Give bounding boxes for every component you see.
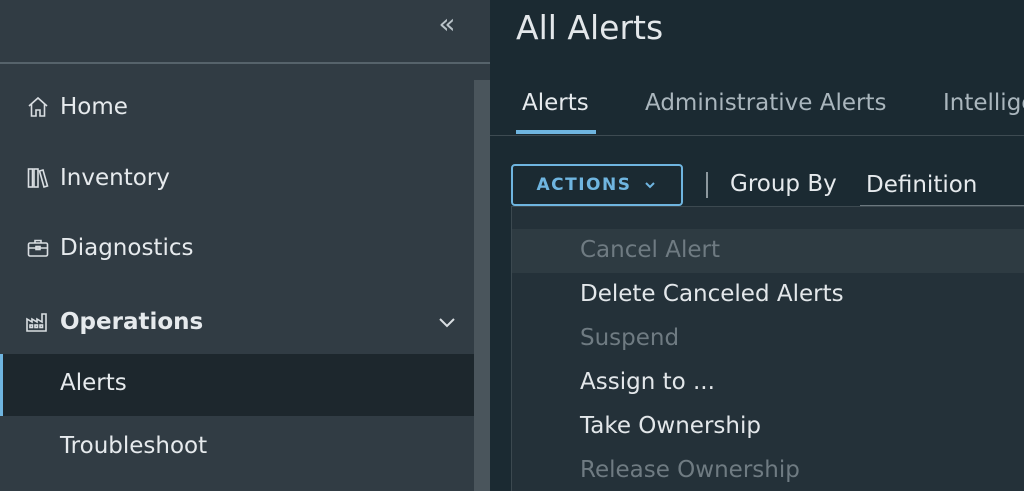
- menu-item-label: Take Ownership: [580, 413, 761, 439]
- tab-bar: Alerts Administrative Alerts Intellige: [490, 78, 1024, 136]
- menu-item-suspend[interactable]: Suspend: [512, 317, 1024, 361]
- collapse-sidebar-icon[interactable]: «: [430, 6, 464, 42]
- operations-icon: [24, 308, 52, 336]
- menu-item-release-ownership[interactable]: Release Ownership: [512, 449, 1024, 491]
- menu-item-label: Suspend: [580, 325, 680, 351]
- group-by-select[interactable]: Definition: [860, 164, 1024, 206]
- sidebar-item-label: Operations: [60, 309, 204, 335]
- menu-item-label: Cancel Alert: [580, 237, 720, 263]
- main-content: All Alerts Alerts Administrative Alerts …: [490, 0, 1024, 491]
- sidebar-subitem-label: Troubleshoot: [60, 433, 208, 459]
- chevron-down-icon[interactable]: [434, 309, 460, 335]
- sidebar-header: «: [0, 0, 490, 64]
- menu-item-cancel-alert[interactable]: Cancel Alert: [512, 229, 1024, 273]
- page-title: All Alerts: [516, 8, 664, 47]
- tab-alerts[interactable]: Alerts: [522, 90, 589, 116]
- menu-item-label: Assign to ...: [580, 369, 715, 395]
- sidebar-subitem-troubleshoot[interactable]: Troubleshoot: [0, 417, 474, 479]
- toolbar-divider: [706, 172, 708, 198]
- group-by-label: Group By: [730, 171, 837, 197]
- chevron-down-icon: [645, 182, 656, 189]
- sidebar-subitem-label: Alerts: [60, 370, 127, 396]
- sidebar-item-label: Inventory: [60, 165, 170, 191]
- sidebar-subitem-alerts[interactable]: Alerts: [0, 354, 474, 416]
- sidebar-item-label: Diagnostics: [60, 235, 194, 261]
- actions-button-label: ACTIONS: [536, 175, 632, 195]
- home-icon: [24, 93, 52, 121]
- menu-item-label: Release Ownership: [580, 457, 800, 483]
- tab-intelligent[interactable]: Intellige: [943, 90, 1024, 116]
- sidebar-item-label: Home: [60, 94, 128, 120]
- sidebar: « Home Inventory Diagnostics Operations …: [0, 0, 490, 491]
- diagnostics-icon: [24, 234, 52, 262]
- tab-administrative-alerts[interactable]: Administrative Alerts: [645, 90, 886, 116]
- inventory-icon: [24, 164, 52, 192]
- active-tab-indicator: [516, 130, 596, 134]
- sidebar-item-diagnostics[interactable]: Diagnostics: [0, 217, 474, 279]
- menu-item-assign-to[interactable]: Assign to ...: [512, 361, 1024, 405]
- sidebar-item-inventory[interactable]: Inventory: [0, 147, 474, 209]
- menu-item-label: Delete Canceled Alerts: [580, 281, 844, 307]
- menu-item-delete-canceled-alerts[interactable]: Delete Canceled Alerts: [512, 273, 1024, 317]
- actions-dropdown-menu: Cancel Alert Delete Canceled Alerts Susp…: [511, 206, 1024, 491]
- sidebar-item-operations[interactable]: Operations: [0, 291, 474, 353]
- menu-item-take-ownership[interactable]: Take Ownership: [512, 405, 1024, 449]
- sidebar-item-home[interactable]: Home: [0, 76, 474, 138]
- group-by-value: Definition: [866, 172, 978, 198]
- sidebar-scrollbar[interactable]: [474, 80, 490, 491]
- actions-button[interactable]: ACTIONS: [511, 164, 683, 206]
